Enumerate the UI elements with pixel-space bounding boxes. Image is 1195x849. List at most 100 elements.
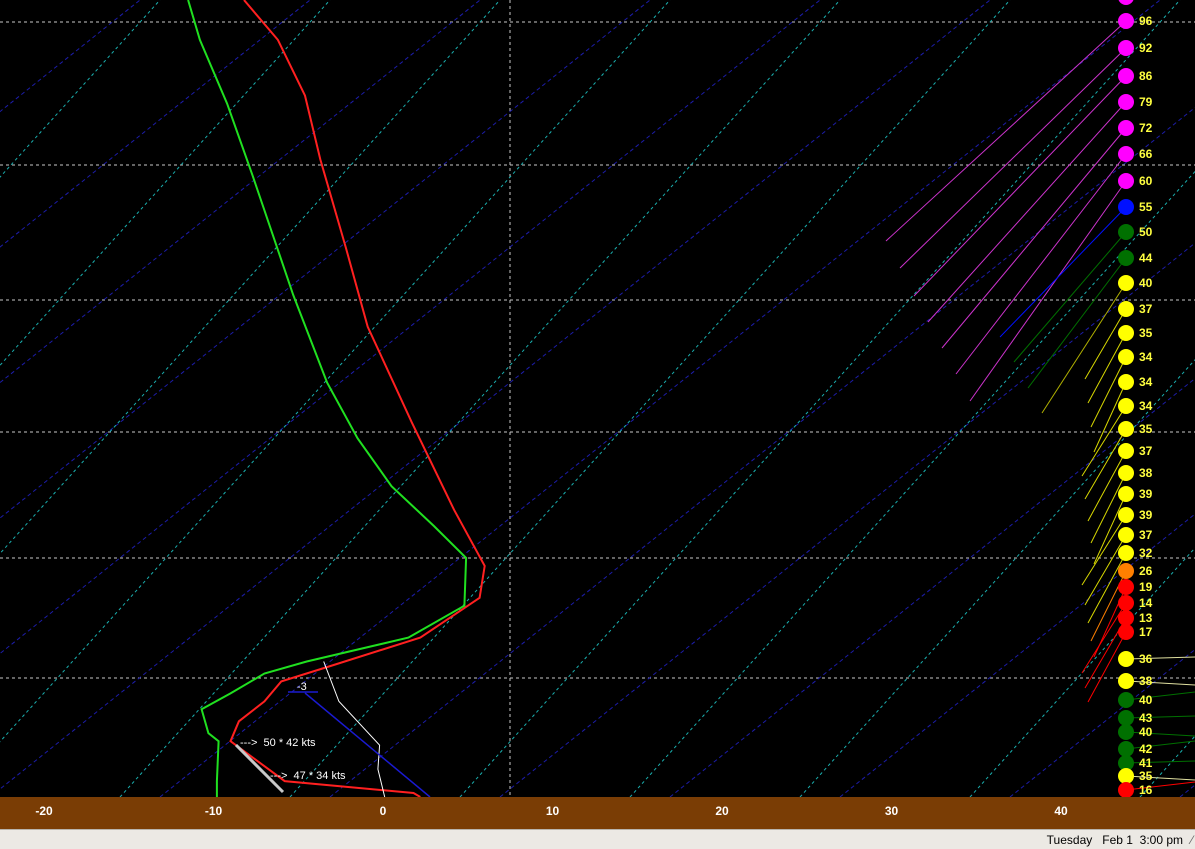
status-date: Feb 1 xyxy=(1102,833,1133,847)
isotherm-line xyxy=(329,106,1195,797)
wind-dot xyxy=(1118,0,1134,5)
dry-adiabat-line xyxy=(0,0,501,555)
wind-barb xyxy=(1090,356,1127,428)
isotherm-line xyxy=(669,377,1195,797)
wind-dot xyxy=(1118,421,1134,437)
x-tick-label: 20 xyxy=(715,804,729,818)
wind-barb xyxy=(1125,715,1195,719)
wind-speed-label: 34 xyxy=(1139,399,1153,413)
wind-dot xyxy=(1118,120,1134,136)
wind-dot xyxy=(1118,768,1134,784)
wind-speed-label: 34 xyxy=(1139,375,1153,389)
wind-dot xyxy=(1118,724,1134,740)
wind-barb xyxy=(1125,775,1195,781)
x-tick-label: 0 xyxy=(379,804,387,818)
wind-speed-label: 34 xyxy=(1139,350,1153,364)
x-tick-label: 40 xyxy=(1054,804,1068,818)
wind-barb xyxy=(1125,781,1195,791)
x-tick-label: 10 xyxy=(545,804,560,818)
wind-speed-label: 35 xyxy=(1139,769,1153,783)
wind-speed-label: 42 xyxy=(1139,742,1153,756)
wind-speed-label: 40 xyxy=(1139,693,1153,707)
wind-speed-label: 37 xyxy=(1139,444,1153,458)
wind-speed-label: 40 xyxy=(1139,276,1153,290)
wind-barb xyxy=(1125,760,1195,764)
wind-dot xyxy=(1118,398,1134,414)
skewt-plot: -3 ---> 50 * 42 kts ---> 47 * 34 kts 96 92 8… xyxy=(0,0,1195,797)
wind-speed-label: 26 xyxy=(1139,564,1153,578)
wind-barb xyxy=(1041,282,1127,414)
wind-dot xyxy=(1118,325,1134,341)
wind-speed-label: 86 xyxy=(1139,69,1153,83)
wind-dot xyxy=(1118,563,1134,579)
wind-dot xyxy=(1118,610,1134,626)
isotherm-line xyxy=(0,0,651,519)
wind-speed-label: 36 xyxy=(1139,652,1153,666)
wind-barb xyxy=(1125,656,1195,660)
wind-speed-label: 38 xyxy=(1139,674,1153,688)
wind-speed-label: 17 xyxy=(1139,625,1153,639)
annotation-0: -3 xyxy=(297,681,307,693)
dry-adiabat-line xyxy=(969,547,1195,797)
dry-adiabat-line xyxy=(0,0,161,178)
wind-speed-label: 39 xyxy=(1139,487,1153,501)
isotherm-line xyxy=(0,0,991,790)
wind-speed-column: 96 92 86 79 72 66 60 55 50 44 40 37 35 34 34 34 35 37 38 39… xyxy=(1118,0,1153,797)
wind-barb xyxy=(999,206,1127,338)
wind-barb xyxy=(955,153,1127,375)
wind-dot xyxy=(1118,465,1134,481)
dry-adiabat-lines xyxy=(0,0,1195,797)
wind-dot xyxy=(1118,595,1134,611)
isotherm-line xyxy=(0,0,821,655)
wind-dot xyxy=(1118,545,1134,561)
wind-dot xyxy=(1118,741,1134,757)
isotherm-line xyxy=(0,0,481,384)
wind-speed-label: 40 xyxy=(1139,725,1153,739)
wind-speed-label: 43 xyxy=(1139,711,1153,725)
wind-dot xyxy=(1118,624,1134,640)
isotherm-line xyxy=(1179,784,1195,797)
wind-speed-label: 13 xyxy=(1139,611,1153,625)
wind-dot xyxy=(1118,199,1134,215)
storm-motion-vector xyxy=(234,743,285,794)
wind-speed-label: 39 xyxy=(1139,508,1153,522)
wind-speed-label: 72 xyxy=(1139,121,1153,135)
wind-barb xyxy=(1125,731,1195,737)
wind-dot xyxy=(1118,486,1134,502)
status-bar: Tuesday Feb 1 3:00 pm ⁄ xyxy=(0,829,1195,849)
wind-dot xyxy=(1118,710,1134,726)
wind-speed-label: 38 xyxy=(1139,466,1153,480)
resize-grip-icon[interactable]: ⁄ xyxy=(1191,833,1193,847)
wind-speed-label: 66 xyxy=(1139,147,1153,161)
wind-speed-label: 37 xyxy=(1139,528,1153,542)
wind-speed-label: 14 xyxy=(1139,596,1153,610)
wind-dot xyxy=(1118,579,1134,595)
isotherm-lines xyxy=(0,0,1195,797)
wind-dot xyxy=(1118,782,1134,797)
profile-line-1 xyxy=(187,0,468,797)
isotherm-line xyxy=(1009,648,1195,797)
wind-speed-label: 60 xyxy=(1139,174,1153,188)
wind-speed-label: 41 xyxy=(1139,756,1153,770)
wind-speed-label: 35 xyxy=(1139,422,1153,436)
wind-dot xyxy=(1118,13,1134,29)
wind-barb xyxy=(1093,381,1127,453)
isotherm-line xyxy=(0,0,141,113)
wind-dot xyxy=(1118,94,1134,110)
x-tick-label: 30 xyxy=(884,804,899,818)
annotation-1: ---> 50 * 42 kts xyxy=(240,737,316,749)
wind-barb xyxy=(899,47,1127,269)
wind-dot xyxy=(1118,301,1134,317)
wind-dot xyxy=(1118,349,1134,365)
isotherm-line xyxy=(0,0,311,248)
status-day: Tuesday xyxy=(1046,833,1093,847)
wind-dot xyxy=(1118,443,1134,459)
wind-speed-label: 55 xyxy=(1139,200,1153,214)
wind-dot xyxy=(1118,224,1134,240)
wind-speed-label: 19 xyxy=(1139,580,1153,594)
wind-barb xyxy=(1087,631,1127,703)
wind-speed-label: 79 xyxy=(1139,95,1153,109)
wind-dot xyxy=(1118,507,1134,523)
wind-dot xyxy=(1118,275,1134,291)
profile-line-0 xyxy=(229,0,486,797)
